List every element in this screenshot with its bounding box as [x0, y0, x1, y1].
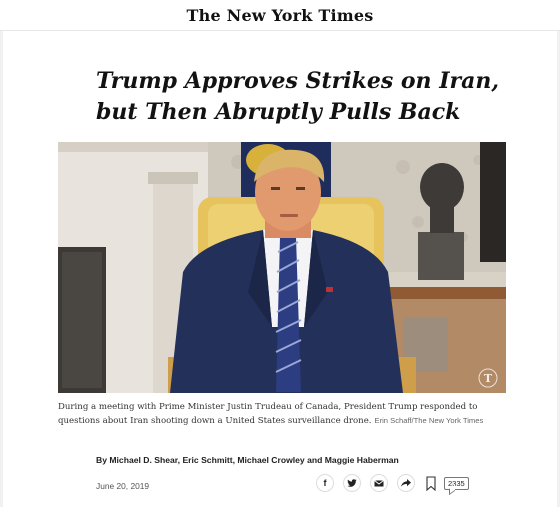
- byline: By Michael D. Shear, Eric Schmitt, Micha…: [96, 455, 399, 465]
- envelope-icon: [374, 479, 384, 486]
- share-arrow-icon[interactable]: [397, 474, 415, 492]
- bookmark-outline-icon: [426, 475, 436, 491]
- twitter-icon[interactable]: [343, 474, 361, 492]
- photo-credit: Erin Schaff/The New York Times: [374, 416, 484, 425]
- email-icon[interactable]: [370, 474, 388, 492]
- lead-photo[interactable]: T: [58, 142, 506, 393]
- bookmark-icon[interactable]: [426, 475, 436, 491]
- publish-date: June 20, 2019: [96, 481, 150, 491]
- headline-line-1: Trump Approves Strikes on Iran,: [96, 68, 500, 94]
- comment-count: 2335: [448, 478, 465, 488]
- left-gutter: [0, 31, 3, 507]
- article-headline: Trump Approves Strikes on Iran, but Then…: [96, 66, 516, 128]
- nyt-watermark-icon: T: [484, 372, 493, 385]
- nyt-logo[interactable]: The New York Times: [187, 6, 374, 25]
- twitter-bird-icon: [347, 478, 357, 487]
- photo-caption: During a meeting with Prime Minister Jus…: [58, 401, 506, 428]
- facebook-icon[interactable]: f: [316, 474, 334, 492]
- masthead: The New York Times: [0, 0, 560, 31]
- comment-icon[interactable]: 2335: [444, 476, 469, 490]
- forward-arrow-icon: [401, 479, 411, 487]
- facebook-glyph: f: [323, 478, 327, 488]
- headline-line-2: but Then Abruptly Pulls Back: [96, 99, 461, 125]
- lead-photo-illustration: T: [58, 142, 506, 393]
- share-toolbar: f 2335: [316, 473, 469, 493]
